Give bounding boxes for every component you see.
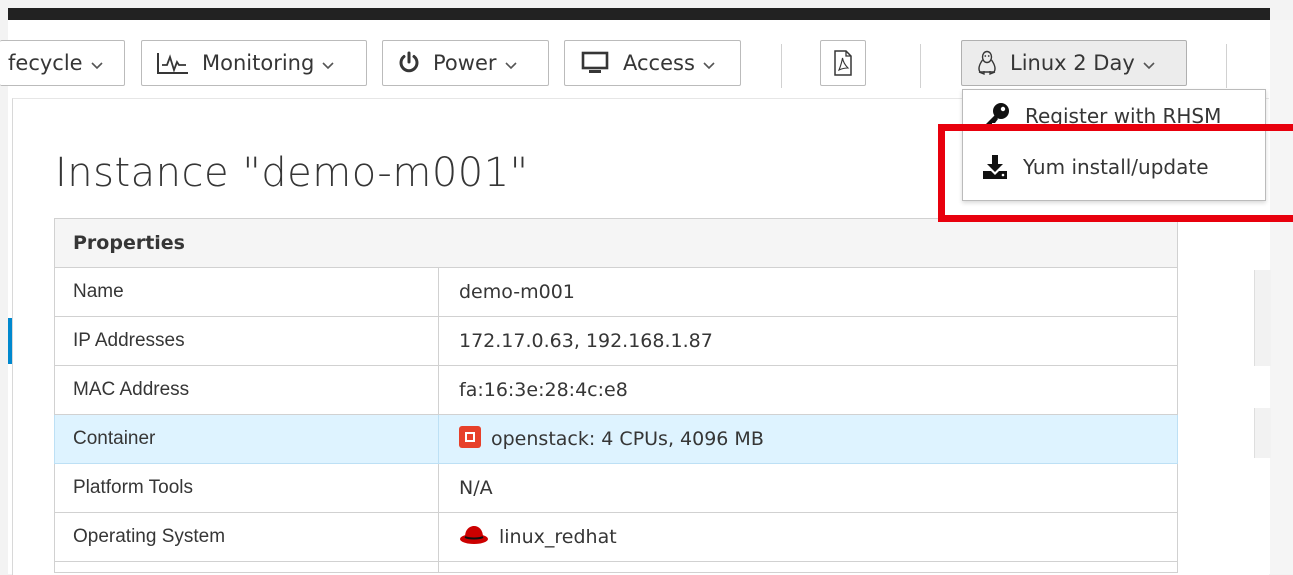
chevron-down-icon: [1143, 51, 1155, 75]
property-key: MAC Address: [54, 365, 439, 415]
chevron-down-icon: [504, 51, 517, 75]
right-gutter: [1270, 20, 1293, 574]
table-row[interactable]: Operating System linux_redhat: [54, 512, 1178, 562]
power-button[interactable]: Power: [382, 40, 549, 86]
redhat-icon: [459, 524, 489, 551]
monitor-icon: [581, 51, 609, 75]
access-button[interactable]: Access: [564, 40, 741, 86]
pulse-chart-icon: [156, 51, 190, 75]
lifecycle-button[interactable]: fecycle: [0, 40, 125, 86]
property-value: 172.17.0.63, 192.168.1.87: [438, 316, 1178, 366]
property-value: openstack: 4 CPUs, 4096 MB: [491, 427, 764, 450]
monitoring-button[interactable]: Monitoring: [141, 40, 367, 86]
masthead-edge: [8, 8, 1270, 20]
table-row-selected[interactable]: Container openstack: 4 CPUs, 4096 MB: [54, 414, 1178, 464]
toolbar-divider: [1226, 44, 1227, 88]
linux-menu-label: Linux 2 Day: [1010, 51, 1135, 75]
pdf-button[interactable]: [820, 40, 866, 86]
property-key: Operating System: [54, 512, 439, 562]
property-key: Platform Tools: [54, 463, 439, 513]
toolbar-divider: [781, 44, 782, 88]
page-title: Instance "demo-m001": [55, 150, 529, 196]
power-label: Power: [433, 51, 497, 75]
openstack-icon: [459, 425, 481, 453]
properties-header: Properties: [54, 218, 1178, 268]
property-value: fa:16:3e:28:4c:e8: [438, 365, 1178, 415]
table-row[interactable]: MAC Address fa:16:3e:28:4c:e8: [54, 365, 1178, 415]
property-value: linux_redhat: [499, 525, 617, 548]
lifecycle-label: fecycle: [8, 51, 83, 75]
table-row[interactable]: Name demo-m001: [54, 267, 1178, 317]
chevron-down-icon: [322, 51, 334, 75]
side-nav-indicator: [8, 318, 12, 364]
property-key: IP Addresses: [54, 316, 439, 366]
monitoring-label: Monitoring: [202, 51, 315, 75]
properties-table: Properties Name demo-m001 IP Addresses 1…: [54, 218, 1178, 573]
property-value-cell: linux_redhat: [438, 512, 1178, 562]
right-panel-block: [1254, 408, 1271, 458]
property-value-cell[interactable]: openstack: 4 CPUs, 4096 MB: [438, 414, 1178, 464]
property-value: demo-m001: [438, 267, 1178, 317]
power-icon: [397, 51, 421, 75]
pdf-icon: [833, 50, 853, 76]
right-panel-block: [1254, 270, 1271, 366]
table-row-partial: [54, 561, 1178, 573]
property-key: Name: [54, 267, 439, 317]
linux-menu-button[interactable]: Linux 2 Day: [961, 40, 1187, 86]
chevron-down-icon: [91, 51, 103, 75]
table-row[interactable]: Platform Tools N/A: [54, 463, 1178, 513]
access-label: Access: [623, 51, 695, 75]
linux-penguin-icon: [976, 50, 998, 76]
toolbar-divider: [920, 44, 921, 88]
table-row[interactable]: IP Addresses 172.17.0.63, 192.168.1.87: [54, 316, 1178, 366]
property-key: Container: [54, 414, 439, 464]
chevron-down-icon: [703, 51, 715, 75]
highlight-box: [938, 124, 1293, 222]
property-value: N/A: [438, 463, 1178, 513]
table-header-row: Properties: [54, 218, 1178, 268]
